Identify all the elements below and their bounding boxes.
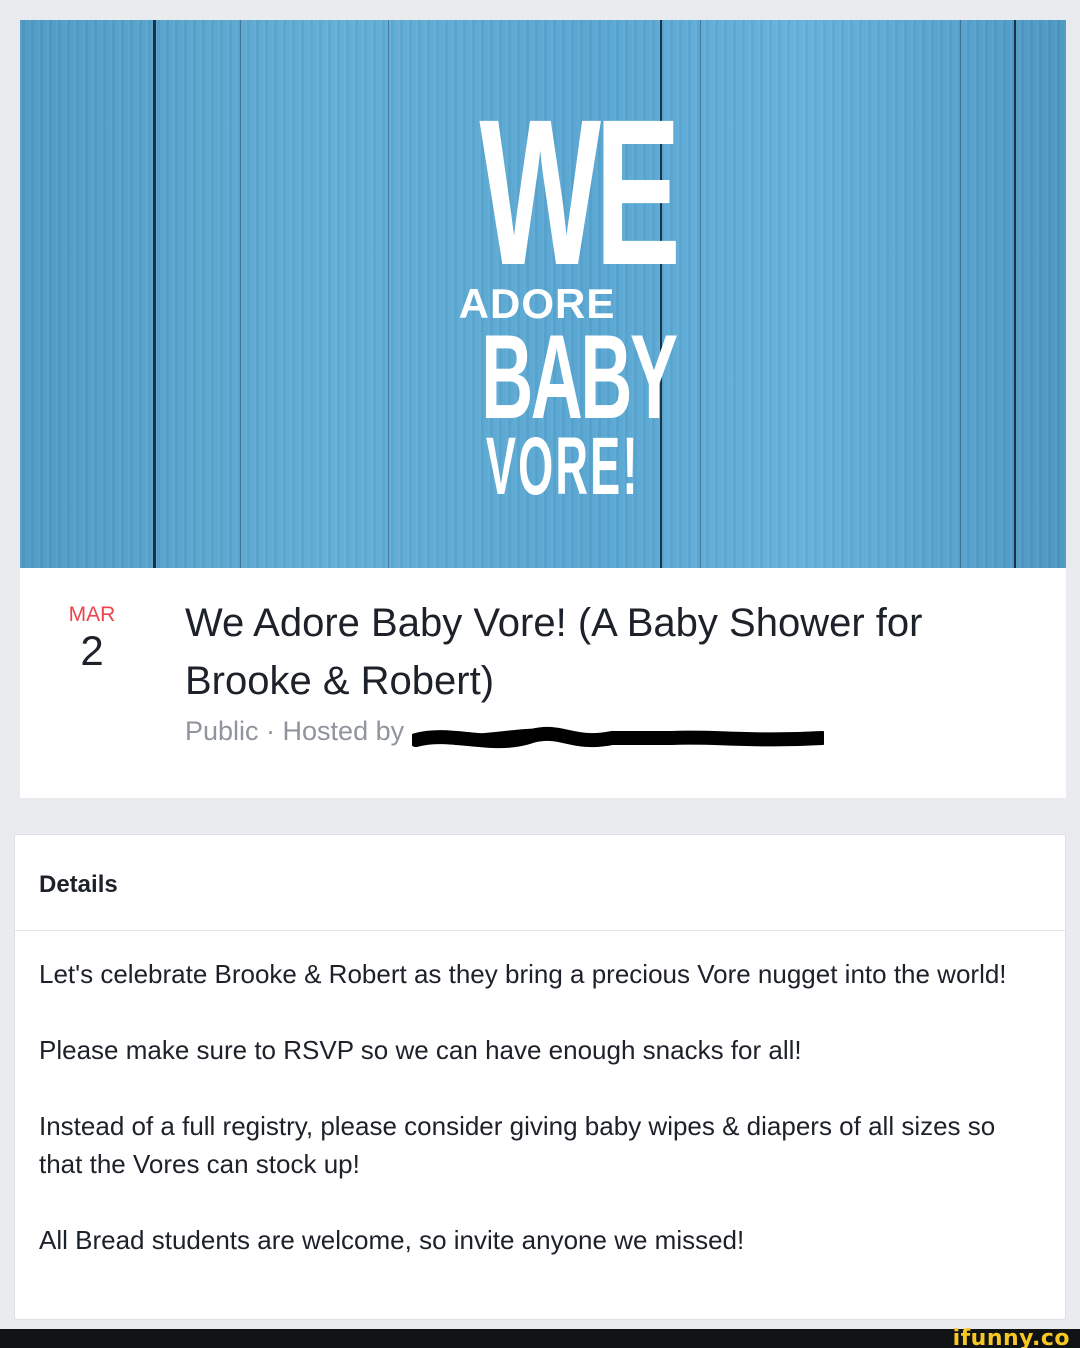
- plank-seam: [153, 20, 156, 568]
- logo-baby: BABY: [481, 310, 678, 444]
- details-body: Let's celebrate Brooke & Robert as they …: [39, 955, 1029, 1297]
- event-date-month: MAR: [68, 603, 116, 626]
- wood-crack: [388, 20, 389, 568]
- details-heading: Details: [39, 871, 118, 898]
- divider: [15, 930, 1065, 931]
- event-date-day: 2: [80, 627, 104, 674]
- event-date: MAR 2: [60, 602, 124, 674]
- wood-crack: [700, 20, 701, 568]
- redaction-scribble: [412, 726, 824, 749]
- details-card: Details Let's celebrate Brooke & Robert …: [14, 834, 1066, 1320]
- footer-bar: ifunny.co: [0, 1326, 1080, 1348]
- details-paragraph: Please make sure to RSVP so we can have …: [39, 1035, 802, 1065]
- cover-logo: WE ADORE BABY VORE!: [444, 77, 681, 512]
- event-meta: Public · Hosted by: [185, 714, 404, 748]
- ifunny-watermark: ifunny.co: [952, 1326, 1070, 1348]
- logo-vore: VORE!: [485, 421, 640, 512]
- wood-crack: [960, 20, 961, 568]
- wood-crack: [240, 20, 241, 568]
- event-title[interactable]: We Adore Baby Vore! (A Baby Shower for B…: [185, 594, 1005, 710]
- event-cover-photo[interactable]: WE ADORE BABY VORE!: [20, 20, 1066, 568]
- details-paragraph: Instead of a full registry, please consi…: [39, 1111, 996, 1179]
- details-paragraph: All Bread students are welcome, so invit…: [39, 1225, 745, 1255]
- details-paragraph: Let's celebrate Brooke & Robert as they …: [39, 959, 1007, 989]
- logo-we: WE: [479, 77, 681, 309]
- plank-seam: [1014, 20, 1016, 568]
- event-privacy-host[interactable]: Public · Hosted by: [185, 716, 404, 746]
